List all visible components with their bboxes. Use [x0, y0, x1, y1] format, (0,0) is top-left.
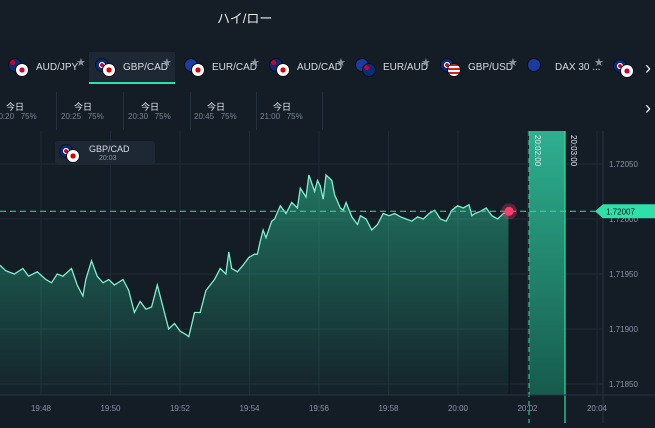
us-flag-icon — [447, 63, 461, 77]
slot-gap — [14, 112, 21, 121]
x-tick-label: 19:56 — [309, 404, 330, 413]
tab-aud-cad[interactable]: AUD/CAD — [263, 52, 343, 82]
x-tick-label: 19:58 — [378, 404, 399, 413]
tab-flags — [527, 58, 549, 76]
favorite-star-icon[interactable]: ★ — [250, 56, 260, 69]
expiry-label: 20:03:00 — [569, 135, 578, 167]
tab-eur-aud[interactable]: EUR/AUD — [349, 52, 429, 82]
y-tick-label: 1.72050 — [609, 160, 638, 169]
slot-payout: 75% — [87, 112, 104, 121]
dax-flag-icon — [527, 58, 541, 72]
expiry-slot-bar: 今日20:20 75%今日20:25 75%今日20:30 75%今日20:45… — [0, 92, 325, 130]
current-point-marker — [504, 206, 514, 216]
slot-gap — [214, 112, 221, 121]
price-area — [0, 175, 510, 395]
badge-flags — [59, 144, 81, 163]
slot-payout: 75% — [20, 112, 37, 121]
x-tick-label: 20:00 — [448, 404, 469, 413]
y-tick-label: 1.71900 — [609, 325, 638, 334]
x-tick-label: 19:50 — [100, 404, 121, 413]
slots-next-chevron-icon[interactable]: › — [645, 98, 651, 119]
favorite-star-icon[interactable]: ★ — [76, 56, 86, 69]
tab-aud-jpy[interactable]: AUD/JPY — [2, 52, 80, 82]
current-price-tag: 1.72007 — [595, 204, 655, 219]
expiry-slot[interactable]: 今日20:20 75% — [0, 92, 57, 130]
slot-time: 20:45 75% — [194, 112, 237, 121]
tab-flags — [95, 58, 117, 77]
tab-dax-30[interactable]: DAX 30 ... — [521, 52, 601, 82]
jp-flag-icon — [620, 64, 634, 78]
expiry-band — [529, 131, 565, 395]
tab-gbp-usd[interactable]: GBP/USD — [434, 52, 516, 82]
tab-flags — [184, 58, 206, 77]
ca-flag-icon — [66, 149, 80, 163]
current-price-label: 1.72007 — [606, 207, 635, 216]
x-tick-label: 20:02 — [517, 404, 538, 413]
slot-payout: 75% — [220, 112, 237, 121]
expiry-slot[interactable]: 今日 20:45 75% — [190, 92, 257, 130]
price-chart[interactable]: 20:02:00 20:03:00 1.72050 1.72000 1.71950 1.7… — [0, 131, 655, 423]
au-flag-icon — [362, 63, 376, 77]
tab-flags — [8, 58, 30, 77]
price-chart-svg[interactable]: 20:02:00 20:03:00 1.720501.720001.719501.7… — [0, 131, 655, 423]
favorite-star-icon[interactable]: ★ — [594, 56, 604, 69]
slot-time: 20:20 75% — [0, 112, 37, 121]
tab-overflow-flags[interactable] — [613, 59, 635, 78]
favorite-star-icon[interactable]: ★ — [421, 56, 431, 69]
jp-flag-icon — [15, 63, 29, 77]
slot-gap — [280, 112, 287, 121]
slot-payout: 75% — [154, 112, 171, 121]
tabs-next-chevron-icon[interactable]: › — [645, 58, 651, 79]
expiry-label: 20:02:00 — [533, 135, 542, 167]
tab-flags — [355, 58, 377, 77]
x-tick-label: 20:04 — [587, 404, 608, 413]
top-header: ハイ/ロー — [0, 0, 655, 40]
ca-flag-icon — [191, 63, 205, 77]
page-title: ハイ/ロー — [217, 11, 273, 26]
x-tick-label: 19:48 — [31, 404, 52, 413]
favorite-star-icon[interactable]: ★ — [336, 56, 346, 69]
favorite-star-icon[interactable]: ★ — [162, 56, 172, 69]
slot-time: 21:00 75% — [260, 112, 303, 121]
expiry-slot[interactable]: 今日 20:25 75% — [57, 92, 124, 130]
tab-eur-cad[interactable]: EUR/CAD — [178, 52, 258, 82]
badge-time: 20:03 — [99, 155, 117, 162]
asset-badge: GBP/CAD 20:03 — [55, 141, 155, 165]
tab-flags — [269, 58, 291, 77]
slot-gap — [81, 112, 88, 121]
slot-time: 20:30 75% — [128, 112, 171, 121]
slot-time-value: 20:30 — [128, 112, 149, 121]
ca-flag-icon — [276, 63, 290, 77]
expiry-slot[interactable]: 今日 21:00 75% — [256, 92, 323, 130]
slot-time-value: 20:20 — [0, 112, 15, 121]
slot-time-value: 20:25 — [61, 112, 82, 121]
tab-label: GBP/USD — [468, 61, 514, 73]
badge-symbol: GBP/CAD — [89, 144, 130, 154]
tab-label: AUD/JPY — [36, 61, 79, 73]
slot-time: 20:25 75% — [61, 112, 104, 121]
x-tick-label: 19:54 — [239, 404, 260, 413]
x-tick-label: 19:52 — [170, 404, 191, 413]
tab-flags — [440, 58, 462, 77]
favorite-star-icon[interactable]: ★ — [508, 56, 518, 69]
y-tick-label: 1.71850 — [609, 380, 638, 389]
expiry-slot[interactable]: 今日 20:30 75% — [124, 92, 191, 130]
ca-flag-icon — [102, 63, 116, 77]
slot-gap — [148, 112, 155, 121]
asset-tab-bar: AUD/JPY ★ GBP/CAD ★ EUR/CAD ★ AUD/CAD ★ EUR/AUD ★… — [0, 48, 655, 88]
slot-time-value: 20:45 — [194, 112, 215, 121]
slot-time-value: 21:00 — [260, 112, 281, 121]
slot-payout: 75% — [286, 112, 303, 121]
y-tick-label: 1.71950 — [609, 270, 638, 279]
